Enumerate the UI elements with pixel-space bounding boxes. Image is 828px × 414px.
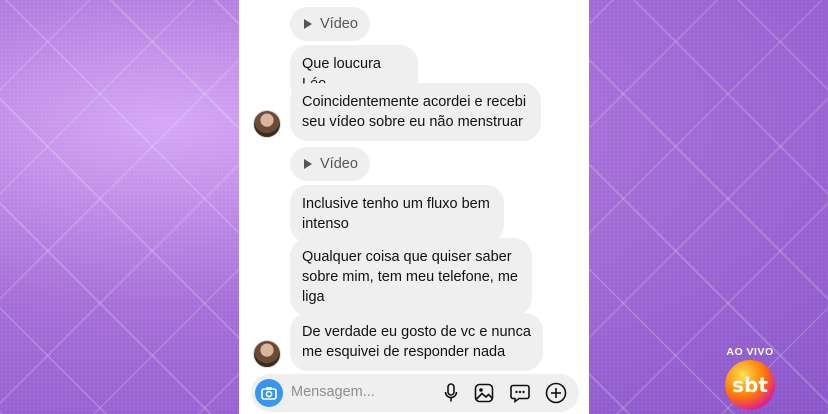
broadcast-branding: AO VIVO sbt	[722, 346, 778, 410]
add-icon[interactable]	[545, 382, 567, 404]
avatar[interactable]	[253, 110, 281, 138]
camera-icon[interactable]	[255, 379, 283, 407]
live-label: AO VIVO	[726, 346, 774, 358]
microphone-icon[interactable]	[440, 382, 462, 404]
message-composer: Mensagem...	[251, 374, 579, 412]
message-text: Inclusive tenho um fluxo bem intenso	[302, 196, 490, 232]
gallery-icon[interactable]	[473, 382, 495, 404]
video-label: Vídeo	[320, 16, 358, 32]
play-icon	[304, 19, 312, 29]
avatar[interactable]	[253, 340, 281, 368]
sticker-icon[interactable]	[509, 382, 531, 404]
message-bubble: Qualquer coisa que quiser saber sobre mi…	[290, 238, 532, 316]
message-bubble: De verdade eu gosto de vc e nunca me esq…	[290, 313, 543, 371]
message-text: Qualquer coisa que quiser saber sobre mi…	[302, 249, 518, 305]
video-attachment[interactable]: Vídeo	[290, 7, 370, 41]
video-attachment[interactable]: Vídeo	[290, 147, 370, 181]
play-icon	[304, 159, 312, 169]
message-input[interactable]: Mensagem...	[291, 384, 375, 400]
video-label: Vídeo	[320, 156, 358, 172]
message-bubble: Coincidentemente acordei e recebi seu ví…	[290, 83, 541, 141]
sbt-logo: sbt	[725, 360, 775, 410]
message-text: De verdade eu gosto de vc e nunca me esq…	[302, 324, 531, 360]
message-text: Coincidentemente acordei e recebi seu ví…	[302, 94, 527, 130]
message-bubble: Inclusive tenho um fluxo bem intenso	[290, 185, 504, 243]
